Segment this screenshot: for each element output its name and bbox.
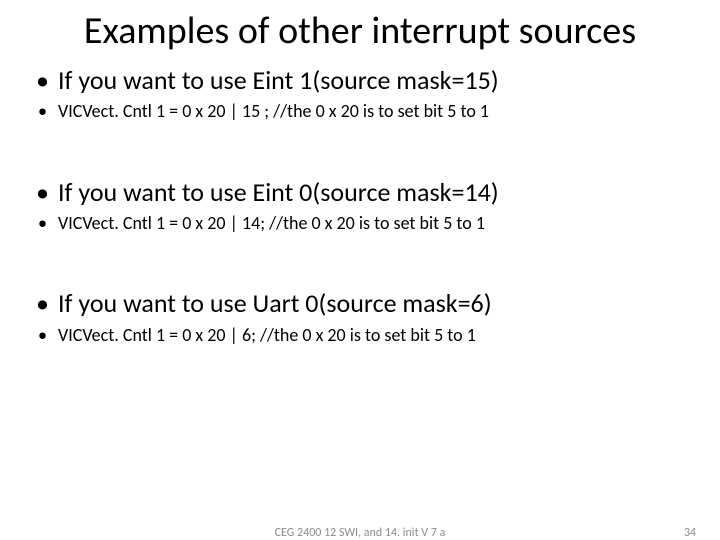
bullet-list: If you want to use Eint 1(source mask=15… — [30, 64, 690, 124]
spacer — [30, 235, 690, 283]
bullet-eint0-code: VICVect. Cntl 1 = 0 x 20 | 14; //the 0 x… — [30, 212, 690, 235]
bullet-eint0: If you want to use Eint 0(source mask=14… — [30, 176, 690, 209]
bullet-eint1-code: VICVect. Cntl 1 = 0 x 20 | 15 ; //the 0 … — [30, 100, 690, 123]
bullet-list: If you want to use Eint 0(source mask=14… — [30, 176, 690, 236]
bullet-eint1: If you want to use Eint 1(source mask=15… — [30, 64, 690, 97]
footer-text: CEG 2400 12 SWI, and 14. init V 7 a — [275, 526, 446, 540]
slide: Examples of other interrupt sources If y… — [0, 0, 720, 540]
bullet-uart0-code: VICVect. Cntl 1 = 0 x 20 | 6; //the 0 x … — [30, 324, 690, 347]
bullet-uart0: If you want to use Uart 0(source mask=6) — [30, 287, 690, 320]
page-number: 34 — [684, 526, 696, 540]
slide-title: Examples of other interrupt sources — [0, 0, 720, 54]
slide-body: If you want to use Eint 1(source mask=15… — [0, 54, 720, 348]
spacer — [30, 124, 690, 172]
bullet-list: If you want to use Uart 0(source mask=6)… — [30, 287, 690, 347]
